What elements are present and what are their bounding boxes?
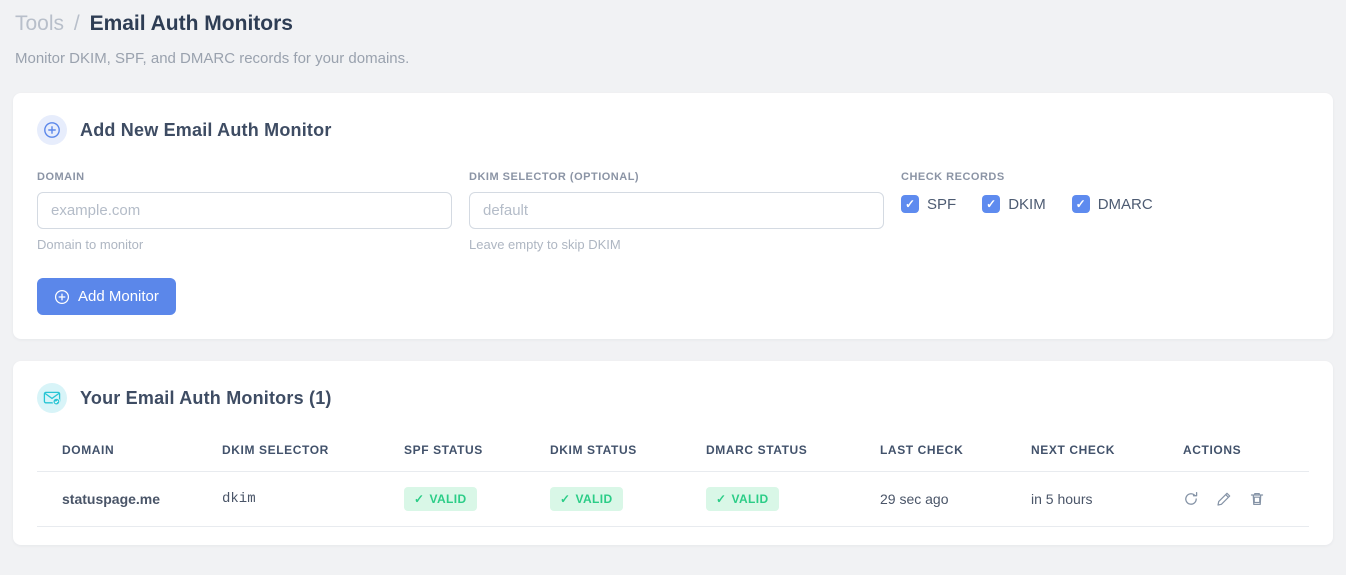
dkim-selector-field-group: DKIM SELECTOR (OPTIONAL) Leave empty to … [469,171,884,252]
dkim-selector-field-helper: Leave empty to skip DKIM [469,237,621,252]
monitor-domain: statuspage.me [37,471,212,527]
col-header-actions: ACTIONS [1173,431,1309,472]
add-monitor-form: DOMAIN Domain to monitor DKIM SELECTOR (… [37,171,1309,252]
dkim-selector-input[interactable] [469,192,884,229]
check-records-group: CHECK RECORDS ✓ SPF ✓ DKIM ✓ DMARC [901,171,1309,252]
table-header-row: DOMAIN DKIM SELECTOR SPF STATUS DKIM STA… [37,431,1309,472]
plus-circle-icon [37,115,67,145]
spf-checkbox-option[interactable]: ✓ SPF [901,195,956,213]
breadcrumb-separator: / [73,12,80,35]
monitors-list-card: Your Email Auth Monitors (1) DOMAIN DKIM… [13,361,1333,545]
refresh-button[interactable] [1183,491,1199,507]
col-header-domain: DOMAIN [37,431,212,472]
domain-field-helper: Domain to monitor [37,237,144,252]
monitor-next-check: in 5 hours [1021,471,1173,527]
col-header-last-check: LAST CHECK [870,431,1021,472]
check-icon: ✓ [716,492,727,506]
dmarc-status-badge: ✓ VALID [706,487,779,511]
monitors-card-title: Your Email Auth Monitors (1) [80,387,332,408]
page-subtitle: Monitor DKIM, SPF, and DMARC records for… [15,50,410,67]
delete-button[interactable] [1249,491,1265,507]
dmarc-status-text: VALID [731,492,769,506]
email-check-icon [37,383,67,413]
col-header-spf-status: SPF STATUS [394,431,540,472]
checkmark-icon: ✓ [904,197,916,211]
add-monitor-button[interactable]: Add Monitor [37,278,176,315]
domain-field-group: DOMAIN Domain to monitor [37,171,452,252]
dkim-checkbox-option[interactable]: ✓ DKIM [982,195,1046,213]
trash-icon [1250,492,1264,506]
dkim-status-text: VALID [575,492,613,506]
row-actions [1183,491,1299,507]
dkim-checkbox[interactable]: ✓ [982,195,1001,213]
add-monitor-card-title: Add New Email Auth Monitor [80,119,332,140]
dkim-selector-field-label: DKIM SELECTOR (OPTIONAL) [469,171,640,183]
dmarc-checkbox-option[interactable]: ✓ DMARC [1071,195,1153,213]
pencil-icon [1217,492,1231,506]
spf-status-badge: ✓ VALID [404,487,477,511]
col-header-next-check: NEXT CHECK [1021,431,1173,472]
add-monitor-card: Add New Email Auth Monitor DOMAIN Domain… [13,93,1333,339]
add-monitor-button-label: Add Monitor [78,288,159,305]
col-header-dkim-status: DKIM STATUS [540,431,696,472]
refresh-icon [1185,491,1198,505]
check-icon: ✓ [414,492,425,506]
email-auth-monitors-page: Tools / Email Auth Monitors Monitor DKIM… [0,0,1346,545]
check-icon: ✓ [560,492,571,506]
spf-checkbox-label: SPF [927,195,957,213]
add-monitor-card-header: Add New Email Auth Monitor [37,115,1309,145]
dkim-status-badge: ✓ VALID [550,487,623,511]
dmarc-checkbox-label: DMARC [1097,195,1153,213]
checkmark-icon: ✓ [986,197,997,211]
dkim-checkbox-label: DKIM [1008,195,1046,213]
breadcrumb-tools-link[interactable]: Tools [15,12,64,35]
checkmark-icon: ✓ [1075,197,1086,211]
spf-status-text: VALID [429,492,467,506]
check-records-options: ✓ SPF ✓ DKIM ✓ DMARC [901,195,1309,213]
domain-field-label: DOMAIN [37,171,85,183]
monitors-table: DOMAIN DKIM SELECTOR SPF STATUS DKIM STA… [37,431,1309,527]
monitor-dkim-selector: dkim [212,471,394,527]
monitors-card-header: Your Email Auth Monitors (1) [37,383,1309,413]
edit-button[interactable] [1216,491,1232,507]
col-header-dmarc-status: DMARC STATUS [696,431,870,472]
page-title: Email Auth Monitors [89,12,293,35]
dmarc-checkbox[interactable]: ✓ [1071,195,1090,213]
plus-circle-icon [54,289,70,304]
spf-checkbox[interactable]: ✓ [901,195,919,213]
table-row: statuspage.me dkim ✓ VALID ✓ VALID ✓ VAL… [37,471,1309,527]
breadcrumb: Tools / Email Auth Monitors [13,10,1333,36]
col-header-dkim-selector: DKIM SELECTOR [212,431,394,472]
check-records-label: CHECK RECORDS [901,171,1005,183]
monitor-last-check: 29 sec ago [870,471,1021,527]
domain-input[interactable] [37,192,452,229]
